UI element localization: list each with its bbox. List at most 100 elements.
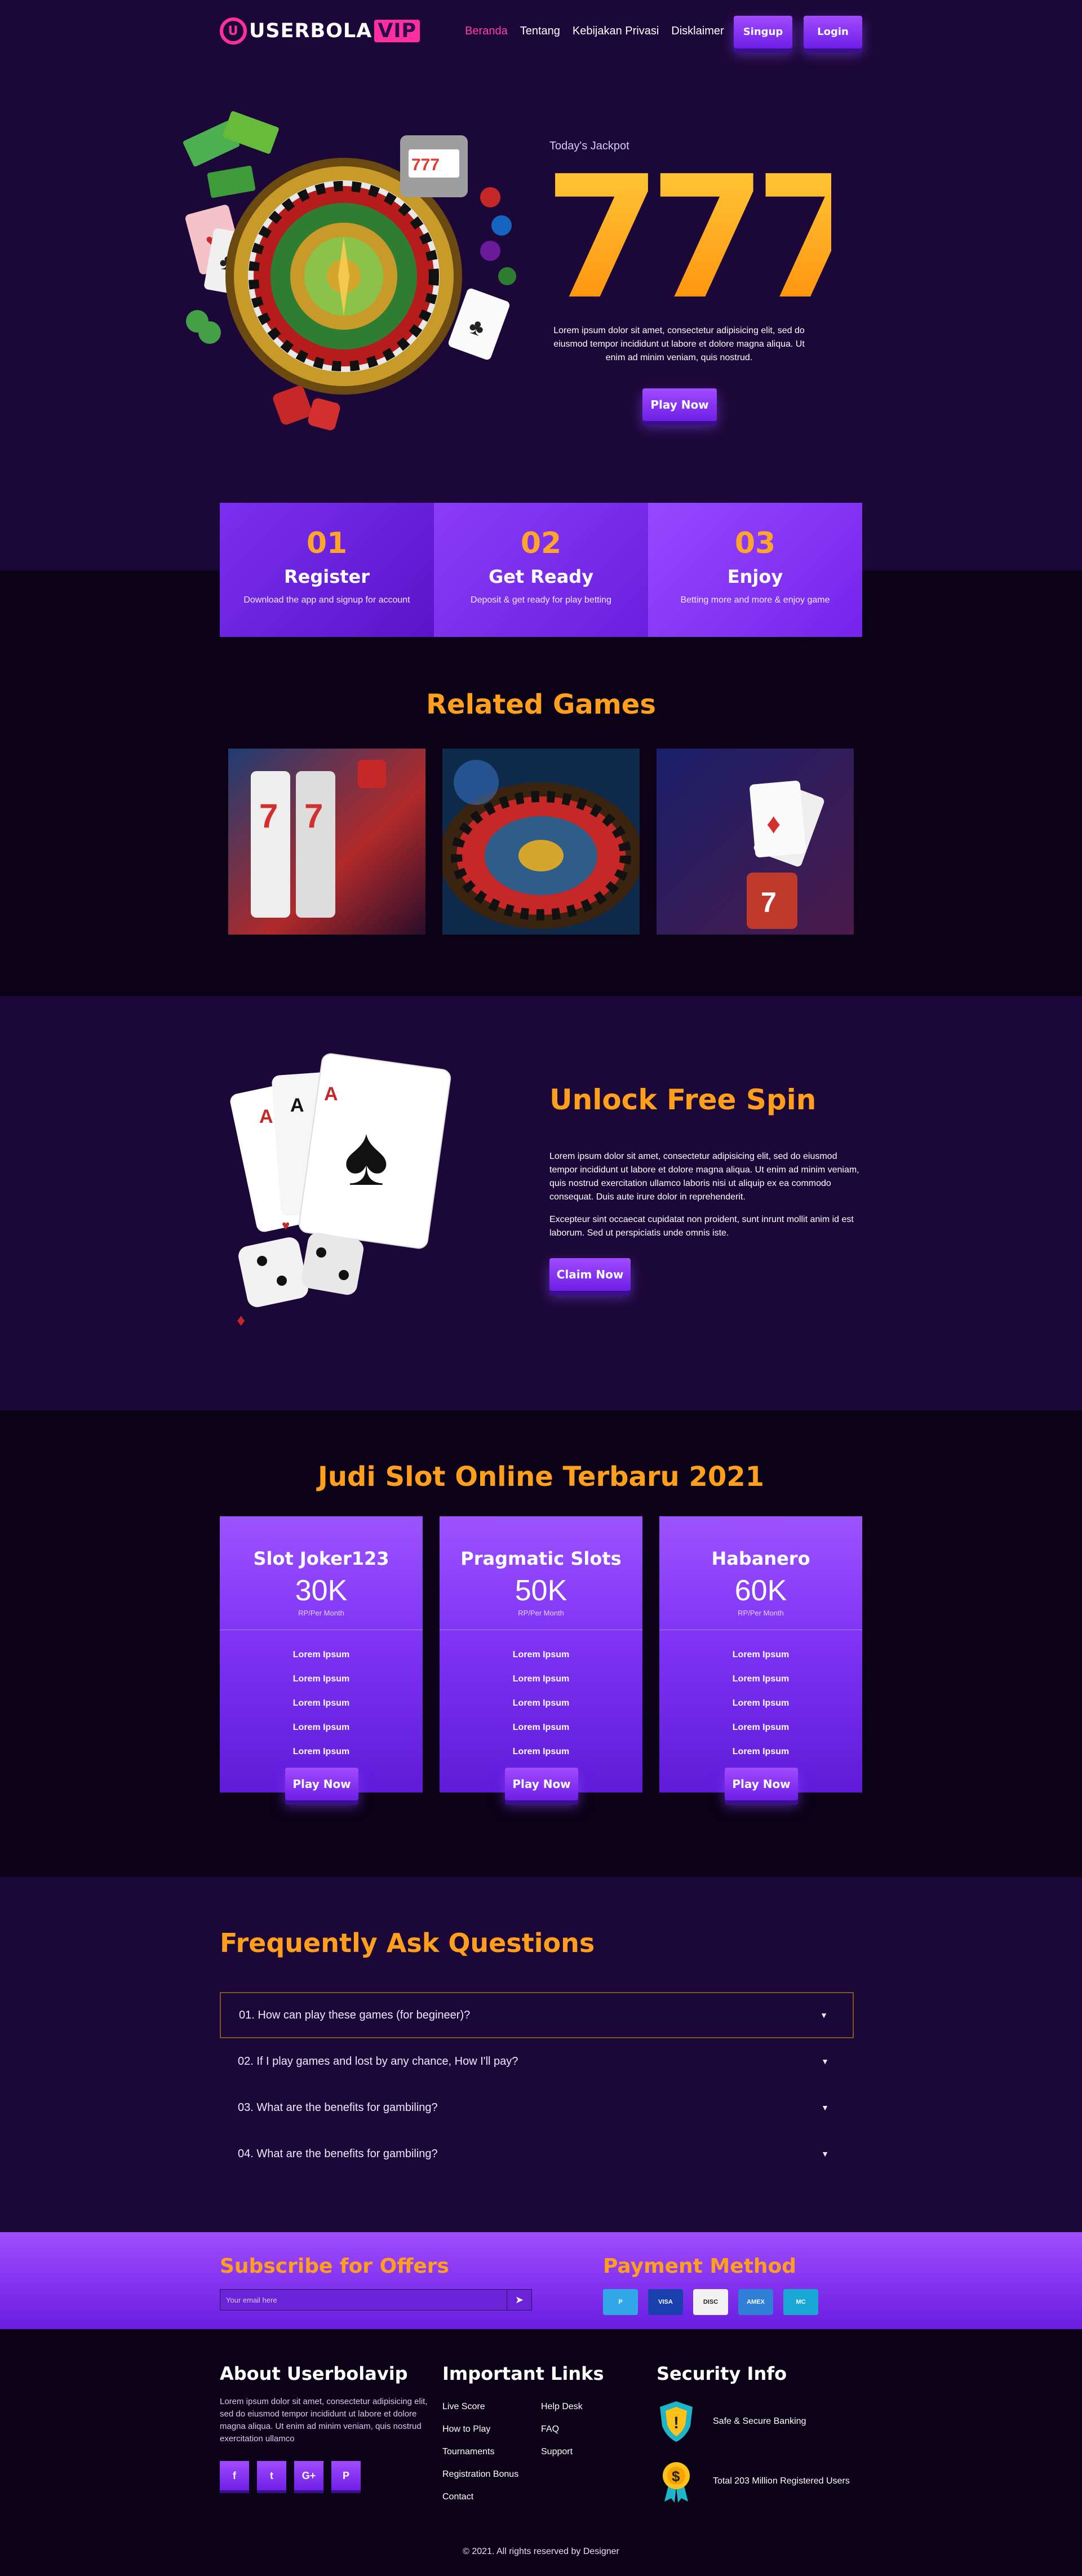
- footer-link[interactable]: Tournaments: [442, 2441, 541, 2463]
- site-logo[interactable]: U USERBOLA VIP: [220, 17, 420, 45]
- game-thumbnail-roulette[interactable]: [442, 749, 640, 935]
- plan-feature: Lorem Ipsum: [292, 1650, 350, 1659]
- hero-play-button[interactable]: Play Now: [642, 388, 717, 421]
- plan-play-button[interactable]: Play Now: [725, 1768, 798, 1800]
- step-description: Deposit & get ready for play betting: [471, 595, 611, 605]
- header-actions: Singup Login: [734, 16, 862, 48]
- svg-text:$: $: [672, 2468, 680, 2485]
- plan-feature: Lorem Ipsum: [292, 1698, 350, 1708]
- pinterest-icon[interactable]: P: [331, 2461, 361, 2490]
- svg-text:7: 7: [304, 797, 323, 835]
- plan-play-button[interactable]: Play Now: [505, 1768, 578, 1800]
- free-spin-paragraph-1: Lorem ipsum dolor sit amet, consectetur …: [549, 1152, 859, 1202]
- footer-link[interactable]: Support: [541, 2441, 640, 2463]
- pricing-section: Judi Slot Online Terbaru 2021 Slot Joker…: [0, 1410, 1082, 1877]
- logo-text: USERBOLA: [249, 20, 373, 42]
- plan-period: RP/Per Month: [738, 1609, 784, 1617]
- plan-features: Lorem Ipsum Lorem Ipsum Lorem Ipsum Lore…: [220, 1643, 423, 1764]
- caret-down-icon: ▼: [821, 2149, 829, 2158]
- step-title: Enjoy: [727, 566, 783, 587]
- free-spin-text: Unlock Free Spin Lorem ipsum dolor sit a…: [549, 1083, 865, 1291]
- faq-question: 03. What are the benefits for gambiling?: [238, 2101, 438, 2114]
- footer-link[interactable]: How to Play: [442, 2418, 541, 2441]
- copyright-text: © 2021. All rights reserved by Designer: [463, 2547, 619, 2556]
- plan-card-pragmatic: Pragmatic Slots 50K RP/Per Month Lorem I…: [440, 1516, 642, 1800]
- caret-down-icon: ▼: [821, 2057, 829, 2066]
- plan-feature: Lorem Ipsum: [512, 1674, 570, 1684]
- faq-section: Frequently Ask Questions 01. How can pla…: [0, 1877, 1082, 2232]
- plan-name: Slot Joker123: [253, 1548, 389, 1569]
- step-description: Betting more and more & enjoy game: [680, 595, 830, 605]
- games-gallery: 7 7 ♦ 7: [0, 749, 1082, 935]
- plan-play-button[interactable]: Play Now: [285, 1768, 358, 1800]
- svg-text:A: A: [324, 1083, 338, 1105]
- google-plus-icon[interactable]: G+: [294, 2461, 323, 2490]
- payment-title: Payment Method: [603, 2255, 796, 2278]
- paypal-icon: P: [603, 2289, 638, 2315]
- hero-description: Lorem ipsum dolor sit amet, consectetur …: [553, 326, 805, 362]
- footer-link[interactable]: Registration Bonus: [442, 2463, 541, 2486]
- step-get-ready: 02 Get Ready Deposit & get ready for pla…: [434, 503, 648, 637]
- svg-text:A: A: [290, 1095, 304, 1116]
- site-footer: About Userbolavip Lorem ipsum dolor sit …: [0, 2329, 1082, 2576]
- plan-feature: Lorem Ipsum: [732, 1698, 790, 1708]
- footer-links-title: Important Links: [442, 2363, 604, 2384]
- footer-link[interactable]: Contact: [442, 2486, 541, 2508]
- plan-feature: Lorem Ipsum: [732, 1747, 790, 1756]
- claim-now-button[interactable]: Claim Now: [549, 1258, 631, 1291]
- payment-cards: P VISA DISC AMEX MC: [603, 2289, 818, 2315]
- site-header: U USERBOLA VIP Beranda Tentang Kebijakan…: [220, 0, 862, 62]
- nav-disklaimer[interactable]: Disklaimer: [671, 25, 724, 38]
- step-title: Get Ready: [488, 566, 594, 587]
- related-games-title: Related Games: [426, 689, 656, 720]
- step-number: 02: [520, 526, 562, 560]
- send-icon[interactable]: ➤: [507, 2289, 532, 2311]
- game-thumbnail-cards[interactable]: ♦ 7: [657, 749, 854, 935]
- svg-text:!: !: [673, 2414, 679, 2432]
- plan-feature: Lorem Ipsum: [732, 1650, 790, 1659]
- caret-down-icon: ▼: [820, 2011, 828, 2020]
- roulette-illustration: ♥ ♣ 777 ♣: [183, 111, 516, 431]
- plan-feature: Lorem Ipsum: [732, 1723, 790, 1732]
- plan-price: 30K: [295, 1574, 348, 1607]
- footer-link[interactable]: FAQ: [541, 2418, 640, 2441]
- facebook-icon[interactable]: f: [220, 2461, 249, 2490]
- nav-beranda[interactable]: Beranda: [465, 25, 508, 38]
- step-description: Download the app and signup for account: [243, 595, 410, 605]
- nav-kebijakan-privasi[interactable]: Kebijakan Privasi: [573, 25, 659, 38]
- svg-text:♦: ♦: [766, 808, 781, 839]
- faq-item-3[interactable]: 03. What are the benefits for gambiling?…: [220, 2084, 854, 2131]
- footer-security: Security Info ! Safe & Secure Banking $ …: [657, 2363, 859, 2504]
- subscribe-form: Your email here ➤: [220, 2289, 532, 2311]
- plan-card-joker123: Slot Joker123 30K RP/Per Month Lorem Ips…: [220, 1516, 423, 1800]
- faq-item-1[interactable]: 01. How can play these games (for begine…: [220, 1992, 854, 2038]
- game-thumbnail-slots[interactable]: 7 7: [228, 749, 425, 935]
- faq-item-2[interactable]: 02. If I play games and lost by any chan…: [220, 2038, 854, 2084]
- security-item: ! Safe & Secure Banking: [657, 2399, 859, 2444]
- footer-about-text: Lorem ipsum dolor sit amet, consectetur …: [220, 2397, 428, 2444]
- signup-button[interactable]: Singup: [734, 16, 792, 48]
- email-input[interactable]: Your email here: [220, 2289, 507, 2311]
- plan-feature: Lorem Ipsum: [512, 1747, 570, 1756]
- links-column-1: Live Score How to Play Tournaments Regis…: [442, 2396, 541, 2508]
- visa-icon: VISA: [648, 2289, 683, 2315]
- faq-item-4[interactable]: 04. What are the benefits for gambiling?…: [220, 2131, 854, 2177]
- footer-link[interactable]: Help Desk: [541, 2396, 640, 2418]
- plan-feature: Lorem Ipsum: [512, 1650, 570, 1659]
- footer-about: About Userbolavip Lorem ipsum dolor sit …: [220, 2363, 434, 2490]
- caret-down-icon: ▼: [821, 2103, 829, 2112]
- svg-text:A: A: [259, 1106, 273, 1127]
- footer-link[interactable]: Live Score: [442, 2396, 541, 2418]
- step-enjoy: 03 Enjoy Betting more and more & enjoy g…: [648, 503, 862, 637]
- plan-period: RP/Per Month: [518, 1609, 564, 1617]
- plan-feature: Lorem Ipsum: [512, 1723, 570, 1732]
- svg-text:♦: ♦: [237, 1311, 245, 1330]
- payment-block: Payment Method P VISA DISC AMEX MC: [603, 2255, 818, 2315]
- main-nav: Beranda Tentang Kebijakan Privasi Diskla…: [465, 25, 724, 38]
- security-label: Total 203 Million Registered Users: [713, 2476, 850, 2486]
- plan-feature: Lorem Ipsum: [292, 1674, 350, 1684]
- plan-name: Habanero: [711, 1548, 810, 1569]
- login-button[interactable]: Login: [804, 16, 862, 48]
- nav-tentang[interactable]: Tentang: [520, 25, 560, 38]
- twitter-icon[interactable]: t: [257, 2461, 286, 2490]
